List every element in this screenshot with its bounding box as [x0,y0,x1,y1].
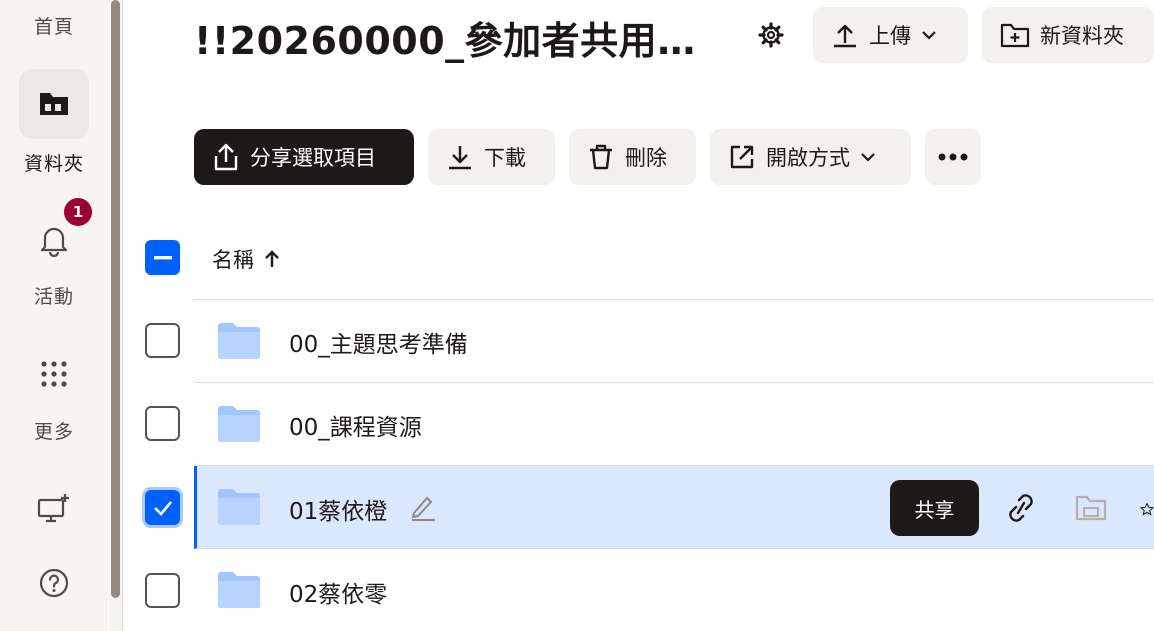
nav-home[interactable]: 首頁 [0,12,108,39]
row-share-button[interactable]: 共享 [890,480,979,536]
folders-icon [19,69,89,139]
upload-label: 上傳 [869,24,911,48]
nav-more-label: 更多 [33,421,74,443]
help-icon [39,568,69,598]
nav-more[interactable]: 更多 [0,357,108,444]
desktop-add-icon [37,492,71,524]
folder-open-icon [1075,495,1107,521]
new-folder-button[interactable]: 新資料夾 [982,7,1154,63]
upload-icon [834,24,856,48]
share-selected-button[interactable]: 分享選取項目 [194,129,414,185]
copy-link-button[interactable] [1003,490,1039,526]
star-button[interactable] [1140,496,1154,522]
external-link-icon [730,145,754,169]
bell-icon [39,222,69,260]
download-button[interactable]: 下載 [428,129,555,185]
link-icon [1009,494,1033,522]
pencil-icon [411,496,435,521]
column-name-sort[interactable]: 名稱 [212,244,280,274]
download-icon [449,146,471,170]
arrow-up-icon [265,250,279,267]
nav-activity-label: 活動 [33,286,74,308]
nav-folders-label: 資料夾 [23,153,84,175]
delete-label: 刪除 [625,146,667,170]
chevron-down-icon [861,153,875,162]
nav-home-label: 首頁 [33,16,74,38]
gear-icon [758,22,784,48]
share-selected-label: 分享選取項目 [250,146,376,170]
upload-button[interactable]: 上傳 [813,7,968,63]
check-icon [153,500,172,516]
nav-help[interactable] [0,568,108,598]
nav-desktop-app[interactable] [0,492,108,524]
folder-plus-icon [1000,23,1030,48]
open-with-button[interactable]: 開啟方式 [710,129,911,185]
row-checkbox[interactable] [145,573,180,608]
download-label: 下載 [484,146,526,170]
row-name[interactable]: 00_課程資源 [289,408,422,442]
page-title: !!20260000_參加者共用資料夾 [194,19,724,63]
row-checkbox-checked[interactable] [145,490,180,525]
minus-icon [153,255,172,259]
row-checkbox[interactable] [145,406,180,441]
folder-icon [218,572,260,608]
folder-icon [218,489,260,525]
more-actions-button[interactable] [925,129,981,185]
nav-folders[interactable]: 資料夾 [0,69,108,176]
folder-icon [218,323,260,359]
list-header [194,232,1154,300]
open-folder-button[interactable] [1073,490,1109,526]
rename-button[interactable] [408,492,438,522]
activity-badge: 1 [64,198,92,226]
nav-activity[interactable]: 活動 [0,222,108,309]
share-icon [214,143,238,171]
star-icon [1140,502,1154,516]
delete-button[interactable]: 刪除 [569,129,696,185]
chevron-down-icon [922,31,936,40]
row-checkbox[interactable] [145,323,180,358]
nav-scrollbar-thumb[interactable] [111,0,120,598]
new-folder-label: 新資料夾 [1040,24,1124,48]
select-all-checkbox[interactable] [145,240,180,275]
folder-icon [218,406,260,442]
folder-settings-button[interactable] [752,16,790,54]
row-name[interactable]: 00_主題思考準備 [289,325,468,359]
row-name[interactable]: 02蔡依零 [289,575,387,609]
column-name-label: 名稱 [212,248,254,272]
row-name[interactable]: 01蔡依橙 [289,492,387,526]
apps-grid-icon [39,357,69,391]
more-horizontal-icon [938,153,968,161]
open-with-label: 開啟方式 [766,146,850,170]
trash-icon [590,144,612,170]
